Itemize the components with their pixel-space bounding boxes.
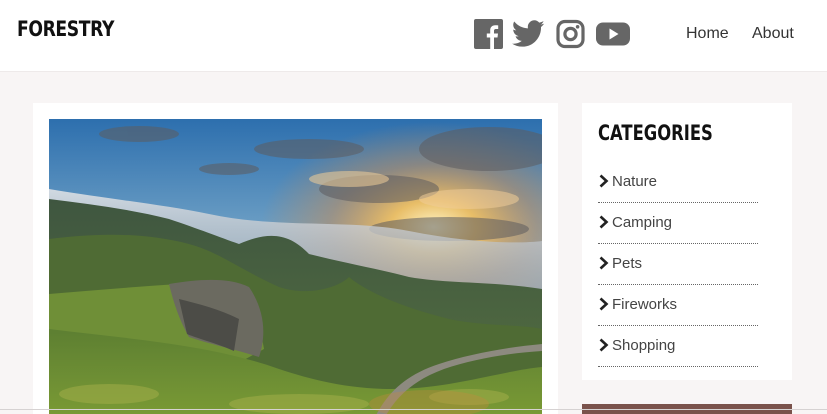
page-divider bbox=[0, 409, 827, 410]
nav-about-link[interactable]: About bbox=[752, 25, 794, 43]
post-card bbox=[33, 103, 558, 414]
category-item-nature[interactable]: Nature bbox=[598, 162, 758, 203]
category-link[interactable]: Camping bbox=[612, 214, 672, 231]
youtube-icon[interactable] bbox=[596, 19, 630, 49]
hero-landscape-image[interactable] bbox=[49, 119, 542, 414]
chevron-right-icon bbox=[598, 215, 610, 229]
facebook-icon[interactable] bbox=[474, 19, 503, 49]
chevron-right-icon bbox=[598, 338, 610, 352]
top-bar: FORESTRY Home About bbox=[0, 0, 827, 72]
categories-widget: CATEGORIES Nature Camping Pets Fireworks… bbox=[582, 103, 792, 380]
nav-home-link[interactable]: Home bbox=[686, 25, 729, 43]
chevron-right-icon bbox=[598, 174, 610, 188]
category-item-shopping[interactable]: Shopping bbox=[598, 326, 758, 367]
category-item-camping[interactable]: Camping bbox=[598, 203, 758, 244]
site-logo[interactable]: FORESTRY bbox=[17, 17, 114, 41]
category-item-pets[interactable]: Pets bbox=[598, 244, 758, 285]
category-link[interactable]: Fireworks bbox=[612, 296, 677, 313]
categories-list: Nature Camping Pets Fireworks Shopping bbox=[598, 162, 758, 367]
category-link[interactable]: Shopping bbox=[612, 337, 675, 354]
chevron-right-icon bbox=[598, 256, 610, 270]
instagram-icon[interactable] bbox=[556, 19, 585, 49]
twitter-icon[interactable] bbox=[512, 19, 545, 49]
chevron-right-icon bbox=[598, 297, 610, 311]
categories-heading: CATEGORIES bbox=[598, 121, 713, 145]
category-item-fireworks[interactable]: Fireworks bbox=[598, 285, 758, 326]
category-link[interactable]: Pets bbox=[612, 255, 642, 272]
category-link[interactable]: Nature bbox=[612, 173, 657, 190]
